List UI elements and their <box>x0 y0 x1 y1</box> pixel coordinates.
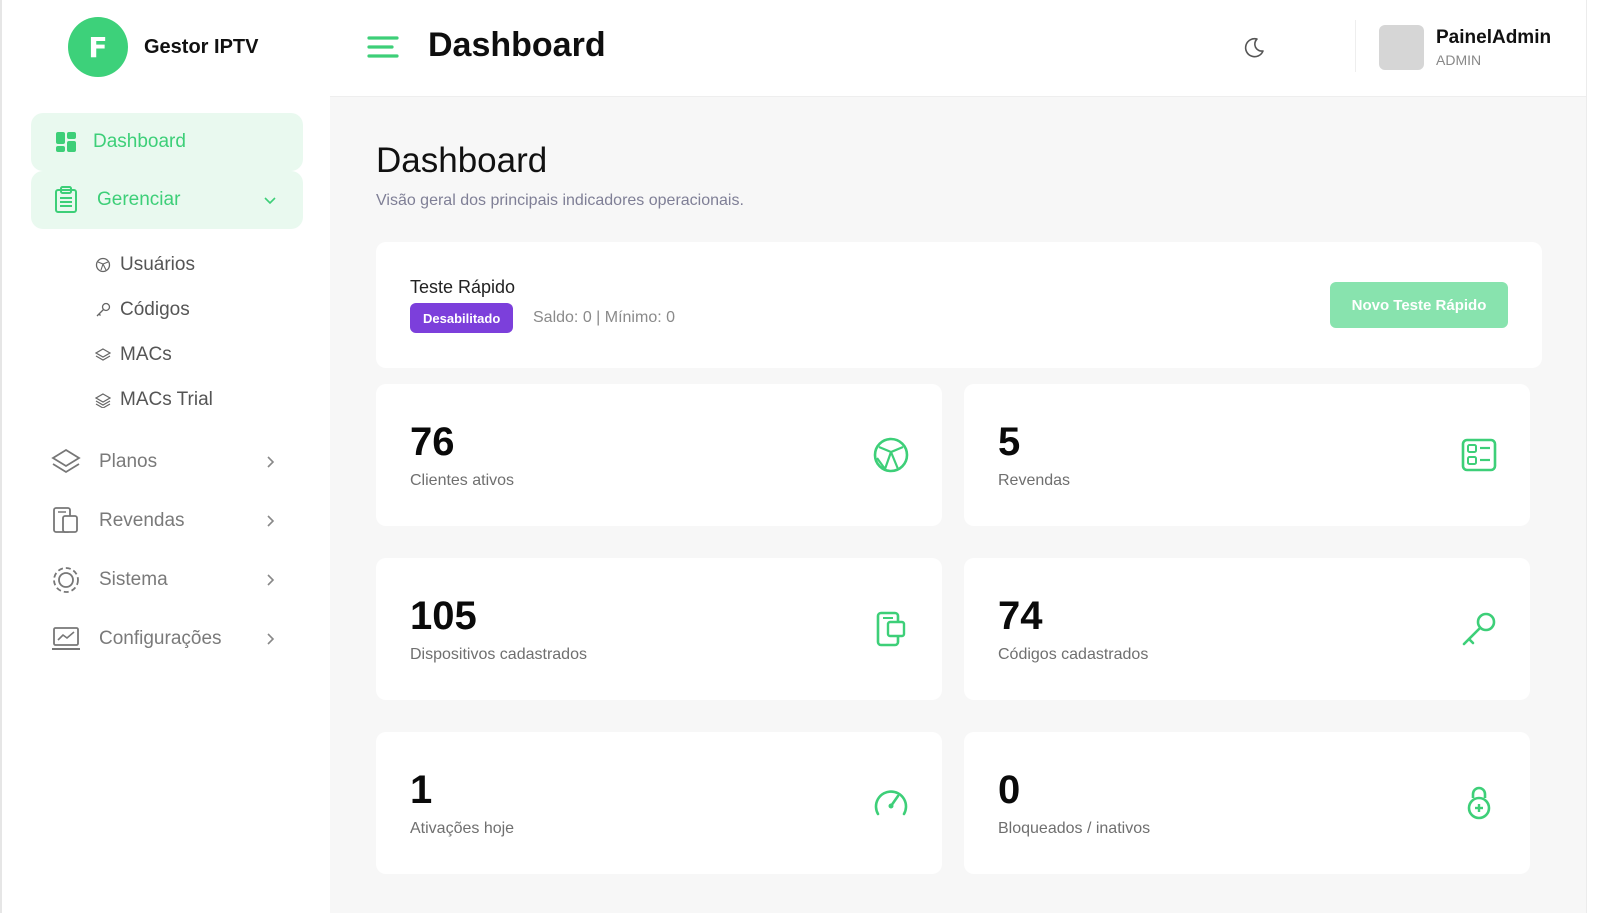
sidebar-subitem-label: MACs Trial <box>120 389 213 410</box>
user-role: ADMIN <box>1436 52 1482 68</box>
globe-icon <box>872 436 910 474</box>
chevron-down-icon <box>263 193 277 207</box>
stat-card-ativacoes-hoje: 1 Ativações hoje <box>376 732 942 874</box>
layers-icon <box>94 346 112 364</box>
moon-icon[interactable] <box>1242 36 1266 60</box>
sidebar-subitem-label: MACs <box>120 344 172 365</box>
hamburger-menu-icon[interactable] <box>366 30 400 64</box>
quick-test-card: Teste Rápido Desabilitado Saldo: 0 | Mín… <box>376 242 1542 368</box>
avatar[interactable] <box>1379 25 1424 70</box>
key-icon <box>1460 610 1498 648</box>
sidebar-subitem-label: Códigos <box>120 299 190 320</box>
chevron-right-icon <box>263 573 277 587</box>
sidebar-item-label: Dashboard <box>93 131 186 152</box>
status-badge: Desabilitado <box>410 303 514 333</box>
speedometer-icon <box>872 784 910 822</box>
gear-icon <box>51 565 81 595</box>
chevron-right-icon <box>263 455 277 469</box>
sidebar-item-label: Gerenciar <box>97 189 181 210</box>
header-title: Dashboard <box>428 26 606 64</box>
brand-name: Gestor IPTV <box>144 35 259 58</box>
sidebar-subitem-codigos[interactable]: Códigos <box>94 295 190 325</box>
stat-card-bloqueados: 0 Bloqueados / inativos <box>964 732 1530 874</box>
stat-value: 76 <box>410 420 455 464</box>
stat-card-dispositivos: 105 Dispositivos cadastrados <box>376 558 942 700</box>
sidebar-item-label: Revendas <box>99 510 185 531</box>
sidebar-item-label: Sistema <box>99 569 168 590</box>
stat-value: 74 <box>998 594 1043 638</box>
monitor-chart-icon <box>51 624 81 654</box>
layers-icon <box>94 391 112 409</box>
sidebar-item-planos[interactable]: Planos <box>31 436 303 488</box>
devices-icon <box>872 610 910 648</box>
key-icon <box>94 301 112 319</box>
page-subtitle: Visão geral dos principais indicadores o… <box>376 192 744 209</box>
stat-value: 1 <box>410 768 433 812</box>
sidebar-subitem-label: Usuários <box>120 254 195 275</box>
main-content: Dashboard Visão geral dos principais ind… <box>330 97 1586 913</box>
sidebar-subitem-usuarios[interactable]: Usuários <box>94 250 195 280</box>
stat-label: Revendas <box>998 472 1071 489</box>
quick-test-title: Teste Rápido <box>410 277 516 297</box>
sidebar-item-gerenciar[interactable]: Gerenciar <box>31 171 303 229</box>
stat-label: Bloqueados / inativos <box>998 820 1151 837</box>
globe-icon <box>94 256 112 274</box>
sidebar: F Gestor IPTV Dashboard Gerenciar Usuári… <box>2 0 330 913</box>
clipboard-icon <box>51 185 81 215</box>
dashboard-icon <box>51 127 81 157</box>
stat-card-clientes-ativos: 76 Clientes ativos <box>376 384 942 526</box>
stat-label: Clientes ativos <box>410 472 515 489</box>
chevron-right-icon <box>263 632 277 646</box>
stat-card-revendas: 5 Revendas <box>964 384 1530 526</box>
top-header: Dashboard PainelAdmin ADMIN <box>330 0 1586 97</box>
stat-label: Dispositivos cadastrados <box>410 646 587 663</box>
stat-card-codigos: 74 Códigos cadastrados <box>964 558 1530 700</box>
sidebar-item-revendas[interactable]: Revendas <box>31 495 303 547</box>
stat-label: Ativações hoje <box>410 820 515 837</box>
sidebar-item-label: Planos <box>99 451 158 472</box>
user-name[interactable]: PainelAdmin <box>1436 27 1551 49</box>
sidebar-item-sistema[interactable]: Sistema <box>31 554 303 606</box>
stat-value: 0 <box>998 768 1021 812</box>
server-list-icon <box>1460 436 1498 474</box>
saldo-text: Saldo: 0 | Mínimo: 0 <box>533 309 675 326</box>
brand-logo: F <box>68 17 128 77</box>
stat-value: 5 <box>998 420 1021 464</box>
stat-value: 105 <box>410 594 477 638</box>
layers-icon <box>51 447 81 477</box>
devices-icon <box>51 506 81 536</box>
chevron-right-icon <box>263 514 277 528</box>
sidebar-item-dashboard[interactable]: Dashboard <box>31 113 303 171</box>
window-right-edge <box>1586 0 1600 913</box>
header-divider <box>1355 20 1356 72</box>
sidebar-item-configuracoes[interactable]: Configurações <box>31 613 303 665</box>
sidebar-subitem-macs[interactable]: MACs <box>94 340 172 370</box>
sidebar-item-label: Configurações <box>99 628 222 649</box>
page-title: Dashboard <box>376 141 548 180</box>
sidebar-subitem-macs-trial[interactable]: MACs Trial <box>94 385 213 415</box>
lock-icon <box>1460 784 1498 822</box>
brand[interactable]: F Gestor IPTV <box>68 17 258 77</box>
stat-label: Códigos cadastrados <box>998 646 1149 663</box>
novo-teste-rapido-button[interactable]: Novo Teste Rápido <box>1330 282 1508 328</box>
